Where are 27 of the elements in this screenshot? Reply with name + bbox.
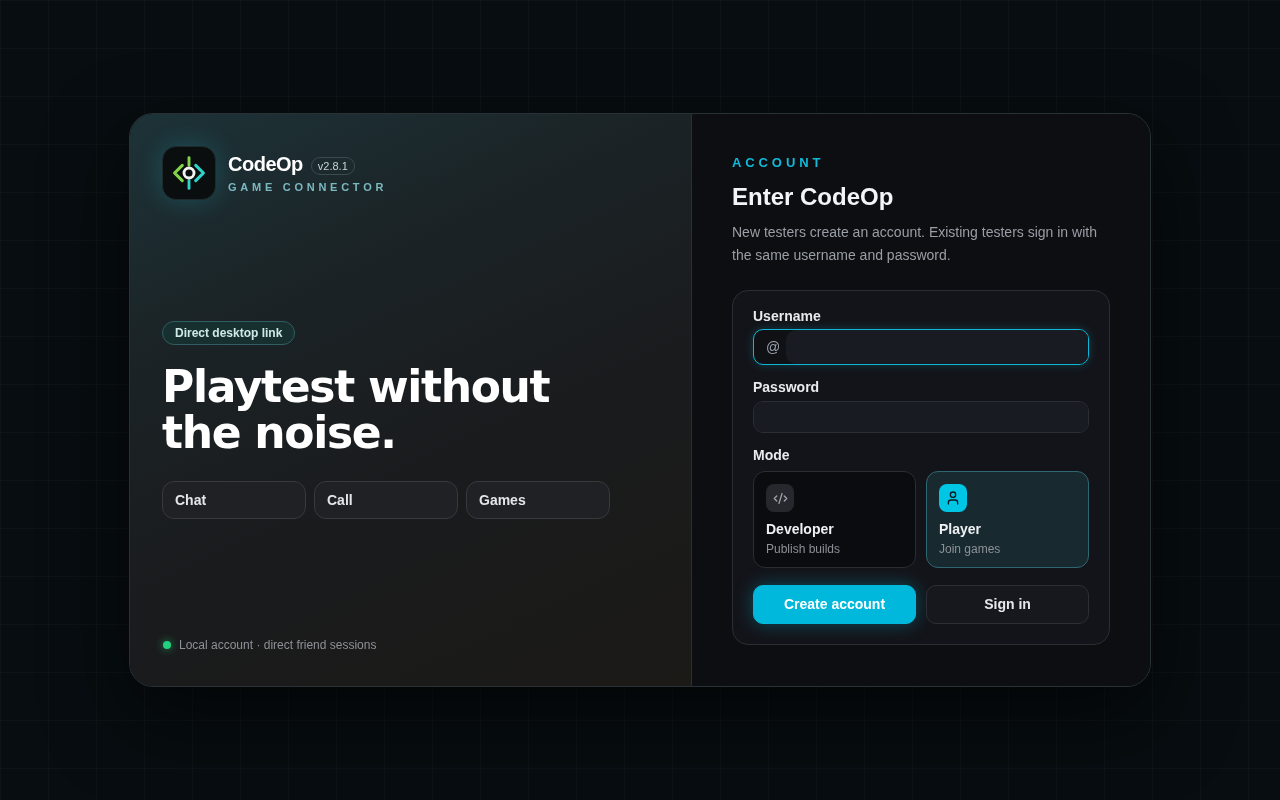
mode-subtitle: Publish builds xyxy=(766,541,841,557)
mode-title: Developer xyxy=(766,520,834,539)
mode-option-card[interactable]: Developer Publish builds xyxy=(753,471,916,568)
status-text: Local account · direct friend sessions xyxy=(179,637,377,654)
section-label: ACCOUNT xyxy=(732,155,826,171)
feature-chip: Games xyxy=(466,481,610,519)
sign-in-button[interactable]: Sign in xyxy=(926,585,1089,624)
input-field[interactable] xyxy=(753,401,1089,433)
field-label: Username xyxy=(753,307,822,326)
input-prefix: @ xyxy=(765,337,782,357)
feature-chip: Chat xyxy=(162,481,306,519)
form-title: Enter CodeOp xyxy=(732,183,895,211)
feature-chip: Call xyxy=(314,481,458,519)
app-tagline: GAME CONNECTOR xyxy=(228,179,388,195)
user-icon xyxy=(939,484,967,512)
feature-tag: Direct desktop link xyxy=(162,321,296,345)
mode-title: Player xyxy=(939,520,982,539)
description-text: New testers create an account. Existing testers sign in with the same username and password. xyxy=(732,223,1098,265)
field-label: Mode xyxy=(753,446,791,465)
app-name: CodeOp xyxy=(228,151,303,176)
brackets-logo-icon xyxy=(162,146,216,200)
field-label: Password xyxy=(753,378,821,397)
headline: Playtest without the noise. xyxy=(162,364,551,456)
code-icon xyxy=(766,484,794,512)
mode-subtitle: Join games xyxy=(939,541,1001,557)
mode-option-card[interactable]: Player Join games xyxy=(926,471,1089,568)
input-field[interactable]: @ xyxy=(753,329,1089,365)
